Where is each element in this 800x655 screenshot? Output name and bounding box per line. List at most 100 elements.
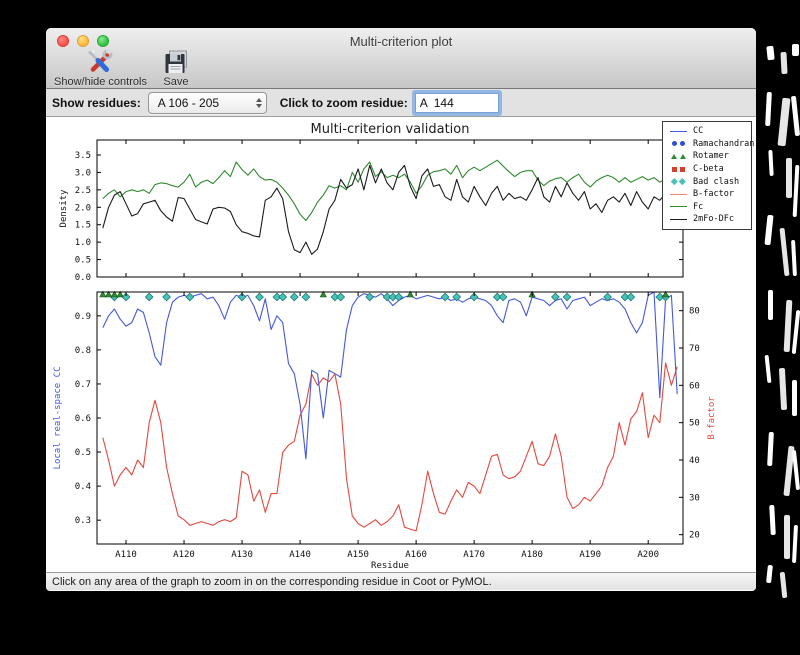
noise-artifact — [764, 214, 774, 246]
legend-item-fc: Fc — [667, 201, 751, 214]
tick-label: 2.5 — [75, 186, 91, 196]
bad-clash-marker — [185, 292, 195, 302]
top-panel-frame — [96, 139, 684, 278]
squares-swatch-icon — [667, 166, 689, 172]
legend-item-cc: CC — [667, 125, 751, 138]
noise-artifact — [792, 524, 798, 564]
window-title: Multi-criterion plot — [349, 34, 453, 49]
tick-label: 0.8 — [75, 346, 91, 356]
show-hide-controls-button[interactable]: Show/hide controls — [54, 49, 147, 88]
bad-clash-marker — [394, 292, 404, 302]
line-swatch-icon — [667, 218, 689, 220]
noise-artifact — [777, 97, 791, 147]
noise-artifact — [791, 449, 800, 491]
noise-artifact — [780, 51, 788, 75]
tick-label: 0.9 — [75, 312, 91, 322]
tick-label: A150 — [347, 550, 369, 560]
bad-clash-marker — [144, 292, 154, 302]
titlebar[interactable]: Multi-criterion plot — [46, 28, 756, 52]
tick-label: A130 — [231, 550, 253, 560]
tick-label: 3.5 — [75, 151, 91, 161]
tick-label: 0.7 — [75, 380, 91, 390]
tick-label: 80 — [689, 307, 700, 317]
density-axis-label: Density — [59, 189, 69, 228]
noise-artifact — [783, 299, 793, 353]
cc-axis-label: Local real-space CC — [53, 367, 63, 470]
noise-artifact — [792, 164, 800, 218]
noise-artifact — [768, 290, 773, 320]
noise-artifact — [779, 571, 788, 599]
legend-label: Fc — [693, 201, 704, 212]
tick-label: 0.5 — [75, 256, 91, 266]
tick-label: 0.3 — [75, 516, 91, 526]
save-label: Save — [163, 76, 189, 88]
tick-label: 20 — [689, 531, 700, 541]
legend-item-rotamer: Rotamer — [667, 150, 751, 163]
tick-label: 60 — [689, 381, 700, 391]
noise-artifact — [792, 380, 797, 416]
tick-label: 0.5 — [75, 448, 91, 458]
legend-item-bad-clash: Bad clash — [667, 175, 751, 188]
show-residues-value: A 106 - 205 — [157, 95, 220, 110]
legend-label: CC — [693, 126, 704, 137]
show-residues-dropdown[interactable]: A 106 - 205 — [147, 91, 267, 114]
tick-label: 2.0 — [75, 203, 91, 213]
series-Fc — [102, 159, 678, 222]
diamonds-swatch-icon — [667, 178, 689, 185]
tick-label: A120 — [173, 550, 195, 560]
bad-clash-marker — [498, 292, 508, 302]
chart-title: Multi-criterion validation — [311, 122, 470, 137]
noise-artifact — [790, 95, 800, 137]
triangles-swatch-icon — [667, 153, 689, 159]
noise-artifact — [768, 149, 774, 177]
bad-clash-marker — [289, 292, 299, 302]
bad-clash-marker — [255, 292, 264, 302]
close-button[interactable] — [57, 35, 69, 47]
noise-artifact — [791, 309, 800, 355]
multi-criterion-chart[interactable]: 0.0 0.5 1.0 1.5 2.0 2.5 3.0 3.5 0.3 0.4 0.5 0.6 0.7 0… — [46, 117, 756, 572]
noise-artifact — [764, 354, 772, 384]
x-axis-label: Residue — [371, 561, 409, 571]
dropdown-stepper-icon — [255, 97, 262, 108]
tick-label: 40 — [689, 456, 700, 466]
series-CC — [102, 291, 678, 460]
statusbar: Click on any area of the graph to zoom i… — [46, 572, 756, 590]
tick-label: 0.4 — [75, 482, 91, 492]
bad-clash-marker — [278, 292, 288, 302]
zoom-residue-input[interactable] — [414, 92, 499, 113]
line-swatch-icon — [667, 193, 689, 195]
multi-criterion-plot-window: Multi-criterion plot Show/hide controls — [46, 28, 756, 591]
legend-label: Bad clash — [693, 176, 740, 187]
noise-artifact — [766, 45, 775, 61]
bad-clash-marker — [336, 292, 346, 302]
zoom-window-button[interactable] — [97, 35, 109, 47]
legend-label: Rotamer — [693, 151, 729, 162]
noise-artifact — [791, 239, 797, 277]
bad-clash-marker — [440, 292, 450, 302]
legend-item-b-factor: B-factor — [667, 188, 751, 201]
legend-item-ramachandran: Ramachandran — [667, 138, 754, 151]
tick-label: A190 — [579, 550, 601, 560]
tick-label: A160 — [405, 550, 427, 560]
minimize-button[interactable] — [77, 35, 89, 47]
noise-artifact — [778, 367, 788, 411]
bad-clash-marker — [301, 292, 311, 302]
bfactor-axis-label: B-factor — [707, 396, 717, 440]
noise-artifact — [792, 44, 799, 56]
noise-artifact — [766, 564, 773, 584]
traffic-lights — [57, 35, 109, 47]
tick-label: A110 — [115, 550, 137, 560]
legend-label: B-factor — [693, 189, 734, 200]
line-swatch-icon — [667, 206, 689, 208]
bad-clash-marker — [162, 292, 171, 302]
tick-label: 3.0 — [75, 168, 91, 178]
plot-canvas[interactable]: 0.0 0.5 1.0 1.5 2.0 2.5 3.0 3.5 0.3 0.4 0.5 0.6 0.7 0… — [46, 117, 756, 572]
series-B-factor — [102, 362, 678, 532]
tick-label: A200 — [637, 550, 659, 560]
tick-label: A180 — [521, 550, 543, 560]
noise-artifact — [779, 227, 790, 277]
statusbar-text: Click on any area of the graph to zoom i… — [52, 575, 492, 588]
save-button[interactable]: Save — [163, 50, 189, 88]
noise-artifact — [786, 158, 792, 198]
bottom-panel-frame — [96, 291, 684, 545]
